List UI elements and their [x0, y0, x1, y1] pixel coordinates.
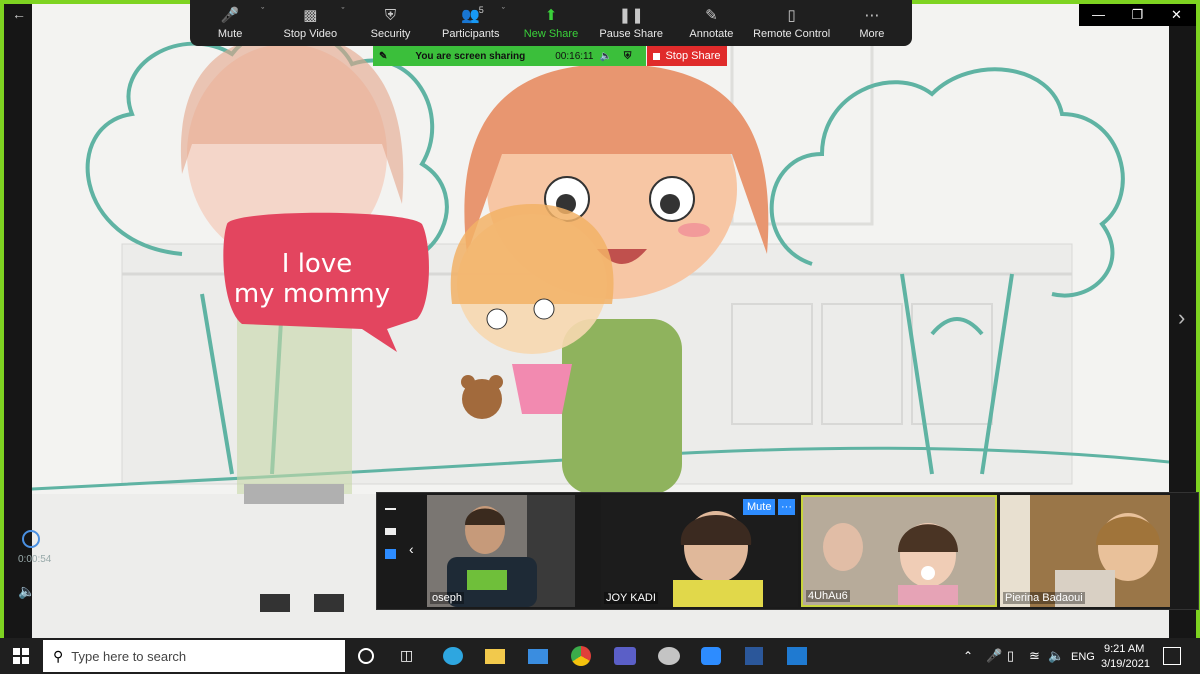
pause-icon: ❚❚ — [618, 7, 644, 24]
word-icon[interactable] — [745, 647, 763, 665]
pen-icon: ✎ — [705, 7, 718, 24]
chevron-left-icon[interactable]: ‹ — [409, 541, 414, 557]
sharing-timer: 00:16:11 — [555, 50, 594, 62]
more-label: More — [859, 28, 885, 40]
battery-icon[interactable]: ▯ — [1007, 648, 1014, 664]
notifications-icon[interactable] — [1163, 647, 1181, 665]
volume-icon[interactable]: 🔈 — [18, 583, 51, 600]
window-controls: — ❐ ✕ — [1079, 4, 1196, 26]
more-dots-icon: ⋯ — [864, 7, 880, 24]
remote-control-button[interactable]: ▯ Remote Control — [752, 0, 832, 46]
mute-button[interactable]: 🎤 Mute ˇ — [190, 0, 270, 46]
clock-date[interactable]: 3/19/2021 — [1101, 658, 1150, 670]
participant-name: JOY KADI — [604, 592, 658, 604]
shield-icon: ⛨ — [384, 7, 397, 24]
chevron-up-icon[interactable]: ⌃ — [963, 649, 973, 663]
security-label: Security — [370, 28, 411, 40]
meeting-toolbar: 🎤 Mute ˇ ▩ Stop Video ˇ ⛨ Security 👥 5 P… — [190, 0, 912, 46]
participant-video — [427, 495, 575, 607]
stop-square-icon — [653, 52, 661, 60]
participant-video — [1000, 495, 1170, 607]
language-indicator[interactable]: ENG — [1071, 651, 1095, 663]
chevron-down-icon[interactable]: ˇ — [341, 6, 344, 16]
paint-icon[interactable] — [658, 647, 680, 665]
zoom-icon[interactable] — [701, 647, 721, 665]
restore-icon[interactable]: ❐ — [1118, 4, 1157, 26]
volume-icon[interactable]: 🔈 — [1048, 648, 1064, 664]
participant-name: Pierina Badaoui — [1003, 592, 1085, 604]
search-icon: ⚲ — [53, 647, 64, 664]
video-tile-3[interactable]: 4UhAu6 — [801, 495, 997, 607]
sharing-text: You are screen sharing — [415, 50, 526, 62]
clock-time[interactable]: 9:21 AM — [1104, 643, 1144, 655]
mouse-icon: ▯ — [787, 7, 796, 24]
participants-icon: 👥 — [461, 7, 481, 24]
close-icon[interactable]: ✕ — [1157, 4, 1196, 26]
security-button[interactable]: ⛨ Security — [350, 0, 430, 46]
gallery-controls: ‹ — [377, 493, 427, 609]
task-view-icon[interactable]: ◫ — [400, 647, 413, 664]
microphone-icon: 🎤 — [220, 7, 240, 24]
screen-sharing-banner[interactable]: ✎ You are screen sharing 00:16:11 🔈 ⛨ — [373, 46, 646, 66]
windows-start-icon[interactable] — [13, 648, 29, 664]
player-time: 0:00:54 — [18, 554, 52, 565]
taskbar-search[interactable]: ⚲ Type here to search — [43, 640, 345, 672]
participants-label: Participants — [442, 28, 500, 40]
share-up-arrow-icon: ⬆ — [544, 7, 558, 24]
new-share-label: New Share — [523, 28, 579, 40]
stop-share-button[interactable]: Stop Share — [647, 46, 727, 66]
mute-participant-button[interactable]: Mute — [743, 499, 776, 515]
speech-text-line2: my mommy — [234, 279, 390, 309]
speech-text-line1: I love — [282, 249, 352, 279]
edge-browser-icon[interactable] — [443, 647, 463, 665]
pause-share-label: Pause Share — [599, 28, 663, 40]
file-explorer-icon[interactable] — [485, 649, 505, 664]
chevron-down-icon[interactable]: ˇ — [261, 6, 264, 16]
minimize-icon[interactable]: — — [1079, 4, 1118, 26]
annotate-label: Annotate — [689, 28, 734, 40]
search-placeholder: Type here to search — [71, 648, 187, 664]
participants-button[interactable]: 👥 5 Participants ˇ — [431, 0, 511, 46]
more-button[interactable]: ⋯ More — [832, 0, 912, 46]
chrome-icon[interactable] — [571, 646, 591, 666]
more-options-button[interactable]: ··· — [778, 499, 795, 515]
single-view-icon[interactable] — [385, 528, 396, 535]
mute-label: Mute — [217, 28, 243, 40]
annotate-button[interactable]: ✎ Annotate — [671, 0, 751, 46]
chevron-right-icon[interactable]: › — [1178, 305, 1185, 331]
video-tile-2[interactable]: JOY KADI Mute ··· — [601, 495, 798, 607]
participants-count: 5 — [478, 5, 484, 15]
participant-name: 4UhAu6 — [806, 590, 850, 602]
mail-icon[interactable] — [528, 649, 548, 664]
media-player-icon[interactable] — [787, 647, 807, 665]
shield-check-icon: ⛨ — [623, 50, 632, 62]
pause-share-button[interactable]: ❚❚ Pause Share — [591, 0, 671, 46]
stop-share-label: Stop Share — [665, 50, 721, 62]
remote-control-label: Remote Control — [753, 28, 831, 40]
drag-handle-icon[interactable]: ✎ — [379, 51, 387, 62]
minimize-gallery-icon[interactable] — [385, 508, 396, 510]
video-tile-4[interactable]: Pierina Badaoui — [1000, 495, 1170, 607]
player-controls: 0:00:54 🔈 — [18, 530, 51, 600]
cortana-icon[interactable] — [358, 648, 374, 664]
chevron-down-icon[interactable]: ˇ — [502, 6, 505, 16]
new-share-button[interactable]: ⬆ New Share — [511, 0, 591, 46]
participant-name: oseph — [430, 592, 464, 604]
stop-video-label: Stop Video — [283, 28, 338, 40]
windows-taskbar: ⚲ Type here to search ◫ ⌃ 🎤 ▯ ≊ 🔈 ENG 9:… — [0, 638, 1200, 674]
gallery-view-icon[interactable] — [385, 549, 396, 559]
wifi-icon[interactable]: ≊ — [1029, 648, 1040, 664]
teams-icon[interactable] — [614, 647, 636, 665]
progress-ring-icon[interactable] — [22, 530, 40, 548]
video-tile-1[interactable]: oseph — [427, 495, 575, 607]
microphone-icon[interactable]: 🎤 — [986, 648, 1002, 664]
speaker-icon[interactable]: 🔈 — [599, 51, 611, 62]
stop-video-button[interactable]: ▩ Stop Video ˇ — [270, 0, 350, 46]
back-arrow-icon[interactable]: ← — [12, 6, 26, 22]
participant-gallery: ‹ oseph JOY KADI Mute ··· 4UhAu6 Pierina… — [376, 492, 1199, 610]
video-camera-icon: ▩ — [303, 7, 318, 24]
